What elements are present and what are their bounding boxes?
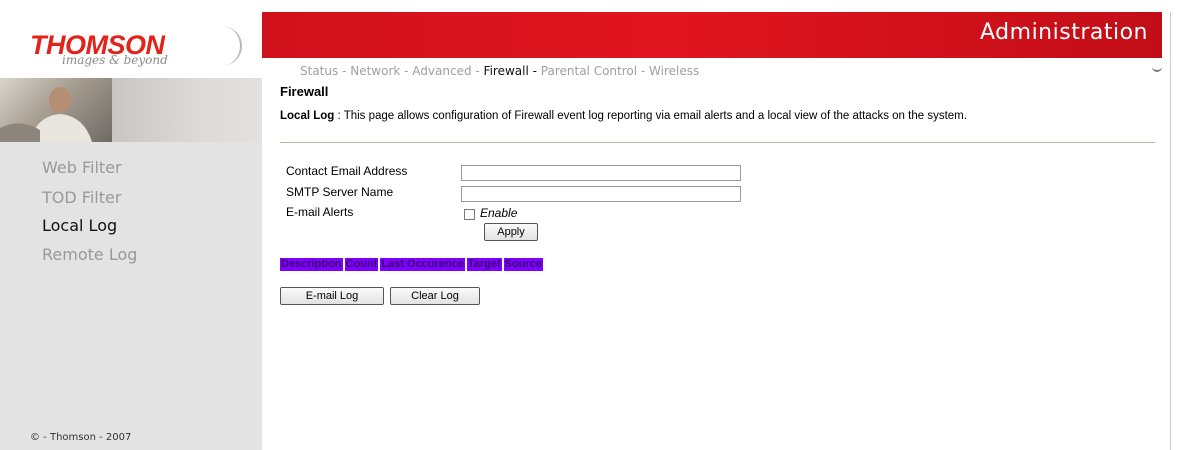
header-photo [0,78,112,142]
column-target: Target [466,258,502,271]
nav-separator: - [637,64,650,78]
smtp-server-field[interactable] [461,186,741,202]
page-description: Local Log : This page allows configurati… [280,110,1150,123]
nav-parental-control[interactable]: Parental Control [541,64,637,78]
sidebar-item-tod-filter[interactable]: TOD Filter [42,188,121,207]
nav-wireless[interactable]: Wireless [649,64,699,78]
column-last-occurence: Last Occurence [380,258,465,271]
log-table-header: Description Count Last Occurence Target … [280,258,543,271]
email-log-button[interactable]: E-mail Log [280,287,384,305]
header-title: Administration [980,20,1148,45]
nav-status[interactable]: Status [300,64,338,78]
thomson-logo: THOMSON images & beyond [0,0,262,70]
sidebar [0,142,262,450]
nav-separator: - [400,64,413,78]
description-text: This page allows configuration of Firewa… [343,110,967,122]
logo-swoosh-icon [218,26,242,66]
smtp-label: SMTP Server Name [286,185,394,199]
top-nav: Status - Network - Advanced - Firewall -… [300,64,699,78]
email-field[interactable] [461,165,741,181]
enable-label: Enable [480,206,518,220]
email-label: Contact Email Address [286,164,408,178]
page-title: Firewall [280,84,329,99]
email-alerts-label: E-mail Alerts [286,205,354,219]
nav-separator: - [338,64,351,78]
sidebar-item-web-filter[interactable]: Web Filter [42,158,122,177]
nav-firewall[interactable]: Firewall [484,64,529,78]
person-photo-icon [0,87,92,142]
right-divider [1170,12,1171,450]
nav-network[interactable]: Network [350,64,400,78]
nav-advanced[interactable]: Advanced [412,64,471,78]
nav-separator: - [528,64,541,78]
header-photo-strip [112,78,262,142]
header-bar: Administration [262,12,1162,58]
nav-separator: - [471,64,484,78]
column-description: Description [280,258,343,271]
main-content: Firewall Local Log : This page allows co… [280,84,1160,305]
column-source: Source [503,258,543,271]
sidebar-item-local-log[interactable]: Local Log [42,216,117,235]
clear-log-button[interactable]: Clear Log [390,287,480,305]
description-separator: : [334,110,344,122]
section-divider [280,142,1155,143]
column-count: Count [344,258,379,271]
brand-tagline: images & beyond [62,53,168,67]
copyright-text: © - Thomson - 2007 [30,432,132,443]
loading-spinner-icon [1152,62,1162,72]
enable-checkbox[interactable] [464,209,475,220]
apply-button[interactable]: Apply [484,223,538,241]
description-label: Local Log [280,110,335,122]
sidebar-item-remote-log[interactable]: Remote Log [42,245,137,264]
